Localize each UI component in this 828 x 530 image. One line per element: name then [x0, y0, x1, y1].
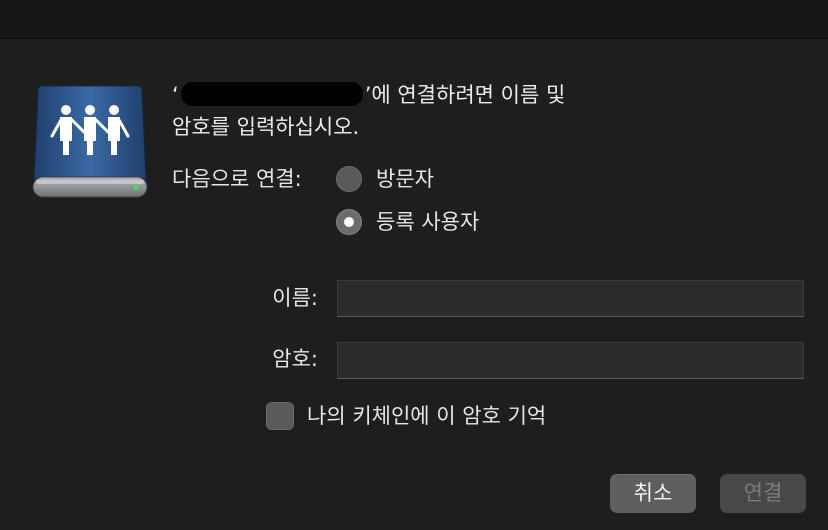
connect-to-server-dialog: ‘’에 연결하려면 이름 및 암호를 입력하십시오. 다음으로 연결: 방문자 …	[0, 39, 828, 530]
radio-guest-label[interactable]: 방문자	[376, 163, 434, 195]
radio-button-registered-user[interactable]	[336, 209, 362, 235]
name-field-label: 이름:	[272, 286, 318, 310]
cancel-button[interactable]: 취소	[610, 474, 696, 513]
redacted-server-name	[180, 82, 363, 106]
message-open-quote: ‘	[172, 83, 179, 107]
password-field-label: 암호:	[272, 347, 318, 371]
radio-button-guest[interactable]	[336, 166, 362, 192]
name-input[interactable]	[337, 280, 804, 317]
message-line2: 암호를 입력하십시오.	[172, 115, 360, 139]
connect-button[interactable]: 연결	[720, 474, 806, 513]
radio-registered-user-label[interactable]: 등록 사용자	[376, 206, 479, 238]
password-input[interactable]	[337, 342, 804, 379]
window-titlebar	[0, 0, 828, 39]
remember-password-row[interactable]: 나의 키체인에 이 암호 기억	[266, 400, 546, 432]
connect-as-label: 다음으로 연결:	[172, 167, 302, 191]
remember-password-checkbox[interactable]	[266, 402, 294, 430]
connect-message: ‘ ’에 연결하려면 이름 및 암호를 입력하십시오.	[172, 79, 612, 143]
radio-registered-user[interactable]: 등록 사용자	[336, 206, 479, 238]
radio-guest[interactable]: 방문자	[336, 163, 434, 195]
message-line1: ’에 연결하려면 이름 및	[364, 83, 566, 107]
network-server-drive-icon	[32, 85, 148, 198]
remember-password-label[interactable]: 나의 키체인에 이 암호 기억	[307, 400, 546, 432]
